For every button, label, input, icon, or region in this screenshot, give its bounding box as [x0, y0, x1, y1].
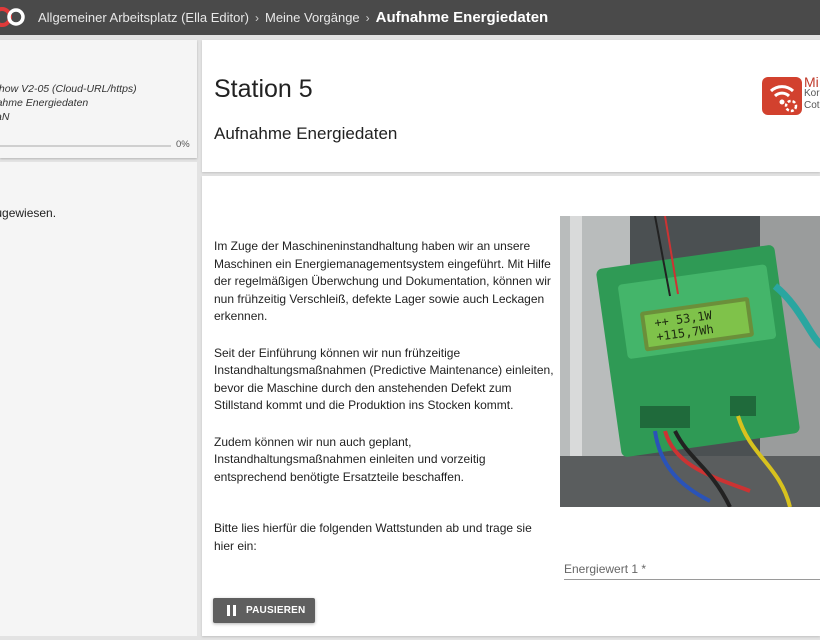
brand-wifi-gear-icon — [762, 77, 802, 115]
process-meta-line: ufnahme Energiedaten — [0, 97, 89, 109]
breadcrumb: Allgemeiner Arbeitsplatz (Ella Editor) ›… — [38, 0, 548, 35]
instructions-text: Im Zuge der Maschineninstandhaltung habe… — [214, 238, 554, 574]
instruction-paragraph: Bitte lies hierfür die folgenden Wattstu… — [214, 521, 532, 553]
breadcrumb-separator-icon: › — [254, 10, 259, 25]
pause-icon — [227, 605, 236, 616]
brand-line: Kor — [804, 88, 820, 99]
page-subtitle: Aufnahme Energiedaten — [214, 124, 398, 143]
instruction-paragraph: Zudem können wir nun auch geplant, Insta… — [214, 434, 486, 484]
app-logo-icon[interactable] — [0, 7, 28, 27]
energy-value-1-label: Energiewert 1 * — [564, 562, 647, 576]
top-app-bar: Allgemeiner Arbeitsplatz (Ella Editor) ›… — [0, 0, 820, 35]
breadcrumb-separator-icon: › — [365, 10, 370, 25]
instruction-paragraph: Seit der Einführung können wir nun frühz… — [214, 345, 554, 413]
progress-label: 0% — [176, 139, 190, 150]
brand-logo-text: Mi Kor Cot — [804, 74, 820, 112]
process-meta-line: r NaN — [0, 111, 10, 123]
instruction-paragraph: Im Zuge der Maschineninstandhaltung habe… — [214, 239, 551, 323]
breadcrumb-current: Aufnahme Energiedaten — [375, 9, 549, 26]
brand-name: Mi — [804, 74, 819, 90]
sidebar-body: ien zugewiesen. — [0, 162, 197, 636]
brand-line: Cot — [804, 100, 820, 111]
station-header-card: Station 5 Aufnahme Energiedaten Mi Kor C… — [202, 40, 820, 172]
process-info-card: edshow V2-05 (Cloud-URL/https) ufnahme E… — [0, 40, 197, 158]
energy-value-1-input[interactable]: Energiewert 1 * — [564, 558, 820, 580]
pause-button-label: PAUSIEREN — [246, 605, 306, 616]
breadcrumb-item-workspace[interactable]: Allgemeiner Arbeitsplatz (Ella Editor) — [38, 10, 249, 25]
process-meta: edshow V2-05 (Cloud-URL/https) ufnahme E… — [0, 82, 137, 124]
assignment-message: ien zugewiesen. — [0, 206, 57, 220]
pause-button[interactable]: PAUSIEREN — [213, 598, 315, 623]
breadcrumb-item-my-processes[interactable]: Meine Vorgänge — [265, 10, 360, 25]
page-title: Station 5 — [214, 75, 313, 103]
progress-bar — [0, 145, 171, 147]
process-meta-line: edshow V2-05 (Cloud-URL/https) — [0, 83, 137, 95]
energy-meter-photo: ++ 53,1W +115,7Wh — [560, 216, 820, 507]
task-content-card: Im Zuge der Maschineninstandhaltung habe… — [202, 176, 820, 636]
